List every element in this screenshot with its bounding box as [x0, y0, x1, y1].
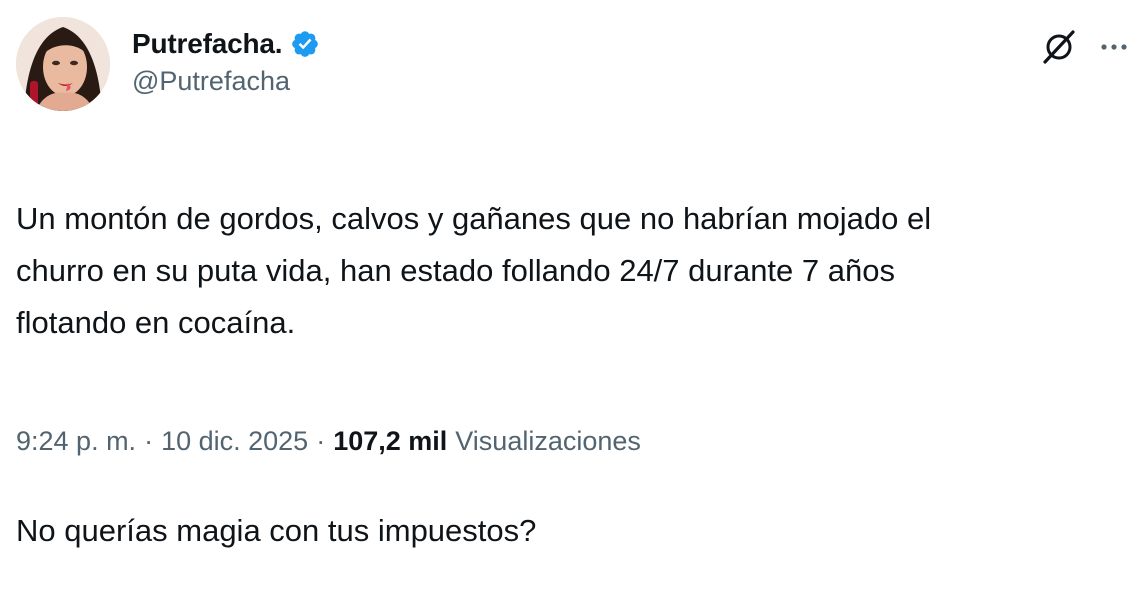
- grok-icon[interactable]: [1040, 28, 1078, 66]
- avatar-image: [16, 17, 110, 111]
- meta-separator: ·: [316, 425, 326, 456]
- tweet-card: Putrefacha. @Putrefacha Un montón de gor…: [0, 0, 1148, 548]
- more-horizontal-icon[interactable]: [1096, 30, 1132, 64]
- tweet-paragraph: No querías magia con tus impuestos?: [16, 513, 537, 548]
- tweet-meta: 9:24 p. m. · 10 dic. 2025 · 107,2 mil Vi…: [16, 421, 641, 461]
- meta-separator: ·: [144, 425, 154, 456]
- views-label: Visualizaciones: [455, 425, 641, 456]
- author-name-row: Putrefacha.: [132, 26, 320, 62]
- views-count: 107,2 mil: [333, 425, 448, 456]
- avatar[interactable]: [16, 17, 110, 111]
- tweet-date[interactable]: 10 dic. 2025: [161, 426, 308, 457]
- tweet-text: Un montón de gordos, calvos y gañanes qu…: [16, 141, 1116, 609]
- tweet-paragraph: Un montón de gordos, calvos y gañanes qu…: [16, 201, 932, 340]
- display-name[interactable]: Putrefacha.: [132, 28, 282, 60]
- tweet-time[interactable]: 9:24 p. m.: [16, 426, 136, 457]
- verified-badge-icon[interactable]: [290, 29, 320, 59]
- author-handle[interactable]: @Putrefacha: [132, 66, 290, 97]
